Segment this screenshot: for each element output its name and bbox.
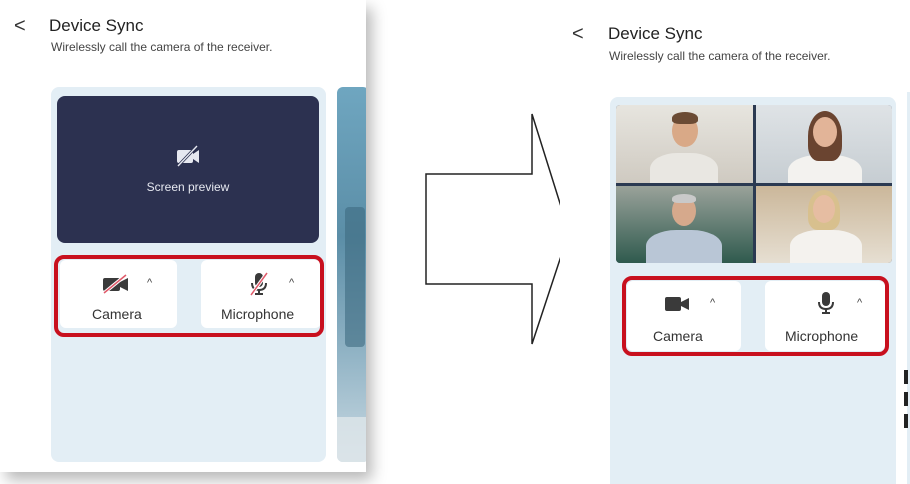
participant-video bbox=[616, 105, 753, 183]
edge-fragment bbox=[904, 370, 910, 450]
back-button[interactable]: < bbox=[14, 16, 26, 36]
transition-arrow-icon bbox=[425, 113, 570, 345]
screen-preview-label: Screen preview bbox=[146, 180, 230, 194]
after-panel: < Device Sync Wirelessly call the camera… bbox=[560, 0, 910, 484]
page-subtitle: Wirelessly call the camera of the receiv… bbox=[609, 49, 831, 63]
page-title: Device Sync bbox=[608, 24, 703, 43]
before-panel: < Device Sync Wirelessly call the camera… bbox=[0, 0, 366, 472]
controls-highlight bbox=[54, 255, 324, 337]
page-title: Device Sync bbox=[49, 16, 144, 35]
page-subtitle: Wirelessly call the camera of the receiv… bbox=[51, 40, 273, 54]
controls-highlight bbox=[622, 276, 889, 356]
back-button[interactable]: < bbox=[572, 24, 584, 44]
participant-video bbox=[755, 105, 892, 183]
screen-preview: Screen preview bbox=[57, 96, 319, 243]
camera-off-icon bbox=[175, 144, 201, 172]
next-card-peek bbox=[337, 87, 366, 462]
participant-video bbox=[616, 185, 753, 263]
participant-video bbox=[755, 185, 892, 263]
camera-video-feed bbox=[616, 105, 892, 263]
